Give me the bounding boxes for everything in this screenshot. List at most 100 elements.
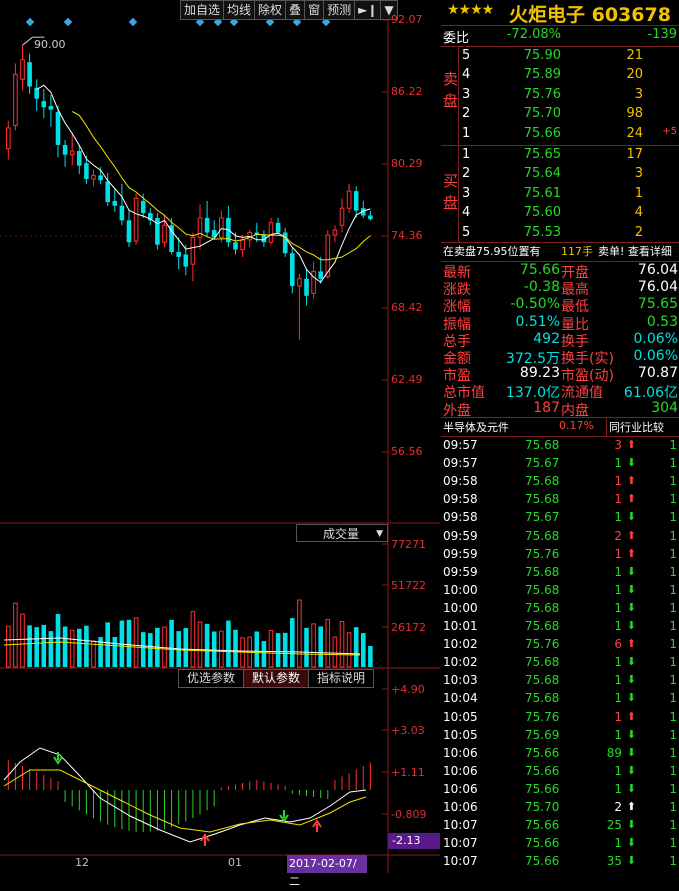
sell-level-row[interactable]: 5 75.90 21 [441,48,679,66]
tick-volume: 1 [614,691,622,706]
tab-default-params[interactable]: 默认参数 [243,669,310,688]
buy-volume: 4 [634,205,643,221]
tick-price: 75.66 [525,763,560,778]
notice-right[interactable]: 卖单! 查看详细 [598,243,672,259]
tick-price: 75.69 [525,727,560,742]
volume-bar [133,617,139,668]
buy-volume: 1 [634,185,643,201]
arrow-up-icon: ⬆ [626,438,636,451]
buy-level-row[interactable]: 1 75.65 17 [441,147,679,165]
buy-price: 75.61 [523,185,561,201]
volume-bar [112,636,118,667]
tick-row: 10:05 75.69 1 ⬇ 1 [441,728,679,746]
tick-price: 75.68 [525,564,560,579]
tick-price: 75.66 [525,854,560,869]
volume-bar [91,640,96,668]
big-order-notice[interactable]: 在卖盘75.95位置有 117手 卖单! 查看详细 [441,243,679,261]
arrow-down-icon: ⬇ [626,745,636,759]
tick-count: 1 [669,619,677,633]
arrow-up-icon: ⬆ [626,637,636,651]
arrow-down-icon: ⬇ [626,836,636,850]
pin-icon[interactable]: ►❙ [354,0,382,20]
volume-indicator-select[interactable]: 成交量 ▼ [296,524,388,542]
kline-chart-svg[interactable] [0,0,440,873]
tick-count: 1 [669,456,677,471]
candle-body [297,278,302,287]
sell-level-row[interactable]: 4 75.89 20 [441,67,679,85]
tick-row: 10:05 75.76 1 ⬆ 1 [441,710,679,728]
sell-level-row[interactable]: 3 75.76 3 [441,87,679,105]
arrow-down-icon: ⬇ [626,763,636,777]
volume-bar [6,625,11,668]
tick-price: 75.68 [525,474,560,489]
kline-chart-area[interactable]: 加自选 均线 除权 叠 窗 预测 ►❙ ▼ 92.07 86.22 80.29 … [0,0,440,888]
tick-volume: 1 [614,510,622,525]
tick-time: 10:05 [443,709,478,724]
sell-price: 75.90 [523,48,561,63]
candle-body [105,181,110,203]
tick-volume: 1 [614,474,622,489]
volume-tick-label: 26172 [391,621,426,634]
buy-level: 2 [462,166,471,182]
tick-price: 75.66 [525,781,560,796]
tick-row: 10:06 75.66 89 ⬇ 1 [441,746,679,764]
rating-stars: ★★★★ [447,2,494,18]
tick-volume: 1 [614,456,622,471]
exright-button[interactable]: 除权 [254,0,287,20]
volume-bar [268,629,274,668]
candle-body [204,217,210,233]
buy-level-row[interactable]: 3 75.61 1 [441,186,679,204]
buy-level-row[interactable]: 2 75.64 3 [441,166,679,184]
candle-body [126,220,132,243]
price-tick-label: 92.07 [391,13,423,26]
tick-time: 09:57 [443,456,478,471]
sell-level-row[interactable]: 2 75.70 98 [441,106,679,124]
volume-bar [169,619,174,667]
tab-indicator-help[interactable]: 指标说明 [308,669,375,688]
buy-level-row[interactable]: 5 75.53 2 [441,225,679,243]
tick-row: 10:06 75.70 2 ⬆ 1 [441,800,679,818]
candle-body [197,217,203,238]
volume-bar [48,631,54,667]
sell-price: 75.66 [523,125,561,141]
tick-count: 1 [669,763,677,778]
stat-row: 总市值 137.0亿 流通值 61.06亿 [441,382,679,401]
volume-title: 成交量 [323,527,360,541]
add-watchlist-button[interactable]: 加自选 [180,0,225,20]
window-button[interactable]: 窗 [304,0,325,20]
volume-bar [197,621,203,668]
forecast-button[interactable]: 预测 [323,0,356,20]
arrow-down-icon: ⬇ [626,619,636,632]
tick-count: 1 [669,836,677,851]
stat-value: 0.06% [633,330,678,347]
tick-time: 10:07 [443,836,478,851]
volume-bar [332,636,338,668]
volume-bar [290,618,295,667]
sell-level-row[interactable]: 1 75.66 24 +5 [441,126,679,144]
candle-body [140,200,146,214]
buy-signal-icon [312,819,322,832]
candle-body [219,217,224,238]
buy-level: 5 [462,224,471,240]
arrow-down-icon: ⬇ [626,456,636,470]
price-tick-label: 74.36 [391,229,423,242]
stat-value: 187 [533,399,560,416]
tick-row: 10:00 75.68 1 ⬇ 1 [441,583,679,601]
volume-bar [62,626,68,667]
candle-body [62,144,68,155]
overlay-button[interactable]: 叠 [285,0,306,20]
tick-row: 10:01 75.68 1 ⬇ 1 [441,619,679,637]
tick-time: 10:07 [443,854,478,869]
volume-bar [233,629,238,667]
tab-optimal-params[interactable]: 优选参数 [178,669,245,688]
tick-row: 09:58 75.68 1 ⬆ 1 [441,492,679,510]
buy-level-row[interactable]: 4 75.60 4 [441,205,679,223]
arrow-down-icon: ⬇ [626,655,636,669]
tick-price: 75.76 [525,709,560,724]
tick-volume: 1 [614,673,622,688]
volume-bar [304,627,309,667]
ma-button[interactable]: 均线 [223,0,256,20]
sector-compare-button[interactable]: 同行业比较 [609,419,664,435]
volume-bar [183,628,189,667]
sell-level: 4 [462,67,471,83]
